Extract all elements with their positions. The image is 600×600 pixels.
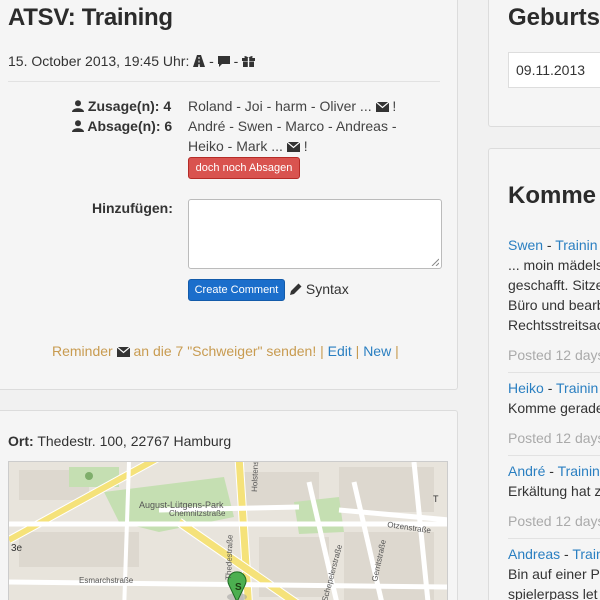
pencil-icon bbox=[290, 282, 302, 298]
comment-header: Swen - Trainin bbox=[508, 237, 598, 253]
comment-event-link[interactable]: Trainin bbox=[555, 237, 597, 253]
pipe-separator: | bbox=[355, 343, 360, 359]
comment-body-line: spielerpass let bbox=[508, 586, 598, 600]
absage-label: Absage(n): 6 bbox=[72, 118, 172, 135]
zusage-label: Zusage(n): 4 bbox=[72, 98, 171, 115]
comment-textarea[interactable] bbox=[188, 199, 442, 269]
envelope-icon[interactable] bbox=[375, 99, 389, 115]
divider bbox=[508, 372, 600, 373]
comment-author-link[interactable]: Swen bbox=[508, 237, 543, 253]
comment-body-line: ... moin mädels bbox=[508, 257, 600, 273]
comment-icon[interactable] bbox=[217, 54, 230, 70]
comment-body-line: geschafft. Sitze bbox=[508, 277, 600, 293]
comment-header: Heiko - Trainin bbox=[508, 380, 599, 396]
divider bbox=[8, 81, 440, 82]
map-edge-label: 3e bbox=[11, 543, 23, 554]
map[interactable]: August-Lütgens-Park Chemnitzstraße Esmar… bbox=[8, 461, 448, 600]
comment-body-line: Büro und bearb bbox=[508, 297, 600, 313]
map-label-street: Esmarchstraße bbox=[79, 576, 134, 585]
pipe-separator: | bbox=[395, 343, 399, 359]
pipe-separator: | bbox=[320, 343, 324, 359]
absage-list-line2: Heiko - Mark ... ! bbox=[188, 138, 308, 155]
comment-body-line: Komme gerade bbox=[508, 400, 600, 416]
location-label: Ort: bbox=[8, 433, 34, 449]
event-datetime: 15. October 2013, 19:45 Uhr: bbox=[8, 53, 190, 69]
map-edge-label: T bbox=[433, 494, 439, 504]
absage-list-line1: André - Swen - Marco - Andreas - bbox=[188, 118, 397, 134]
meta-separator: - bbox=[233, 53, 239, 69]
birthday-date: 09.11.2013 bbox=[516, 62, 586, 78]
comment-posted: Posted 12 days bbox=[508, 430, 600, 446]
meta-separator: - bbox=[209, 53, 214, 69]
event-title: ATSV: Training bbox=[8, 4, 173, 31]
map-marker-icon: S bbox=[235, 582, 242, 593]
reminder-text[interactable]: an die 7 "Schweiger" senden! bbox=[133, 343, 316, 359]
comment-posted: Posted 12 days bbox=[508, 347, 600, 363]
comment-header: Andreas - Train bbox=[508, 544, 600, 564]
comment-event-link[interactable]: Trainin bbox=[556, 380, 598, 396]
comments-title: Komme bbox=[508, 182, 597, 209]
location-address: Thedestr. 100, 22767 Hamburg bbox=[37, 433, 232, 449]
decline-button[interactable]: doch noch Absagen bbox=[188, 157, 300, 179]
birthdays-title: Geburtst bbox=[508, 4, 600, 31]
resize-handle-icon[interactable] bbox=[431, 258, 439, 266]
comment-event-link[interactable]: Train bbox=[572, 546, 600, 562]
user-icon bbox=[72, 119, 84, 135]
divider bbox=[508, 455, 600, 456]
comments-panel bbox=[488, 148, 600, 600]
add-comment-label: Hinzufügen: bbox=[92, 200, 173, 216]
new-link[interactable]: New bbox=[363, 343, 391, 359]
comment-event-link[interactable]: Trainin bbox=[558, 463, 600, 479]
location-line: Ort: Thedestr. 100, 22767 Hamburg bbox=[8, 433, 231, 449]
envelope-icon[interactable] bbox=[116, 344, 130, 360]
gift-icon[interactable] bbox=[242, 54, 256, 70]
map-canvas: August-Lütgens-Park Chemnitzstraße Esmar… bbox=[9, 462, 447, 600]
edit-link[interactable]: Edit bbox=[328, 343, 352, 359]
map-label-street: Chemnitzstraße bbox=[169, 509, 226, 518]
map-label-street: Thedestraße bbox=[224, 534, 235, 580]
envelope-icon[interactable] bbox=[286, 139, 301, 155]
comment-body-line: Rechtsstreitsac bbox=[508, 317, 600, 333]
comment-author-link[interactable]: André bbox=[508, 463, 545, 479]
user-icon bbox=[72, 99, 84, 115]
zusage-list: Roland - Joi - harm - Oliver ... ! bbox=[188, 98, 397, 115]
syntax-link[interactable]: Syntax bbox=[290, 281, 349, 298]
event-meta: 15. October 2013, 19:45 Uhr: - - bbox=[8, 53, 256, 70]
create-comment-button[interactable]: Create Comment bbox=[188, 279, 285, 301]
map-label-street: Holstenstraße bbox=[250, 462, 261, 492]
comment-author-link[interactable]: Heiko bbox=[508, 380, 544, 396]
reminder-link[interactable]: Reminder bbox=[52, 343, 113, 359]
reminder-line: Reminder an die 7 "Schweiger" senden! | … bbox=[52, 343, 399, 360]
road-icon[interactable] bbox=[193, 54, 206, 70]
divider bbox=[508, 538, 600, 539]
comment-body-line: Erkältung hat z bbox=[508, 483, 600, 499]
comment-header: André - Trainin bbox=[508, 463, 600, 479]
comment-body-line: Bin auf einer Pa bbox=[508, 566, 600, 582]
comment-author-link[interactable]: Andreas bbox=[508, 546, 560, 562]
comment-posted: Posted 12 days bbox=[508, 513, 600, 529]
